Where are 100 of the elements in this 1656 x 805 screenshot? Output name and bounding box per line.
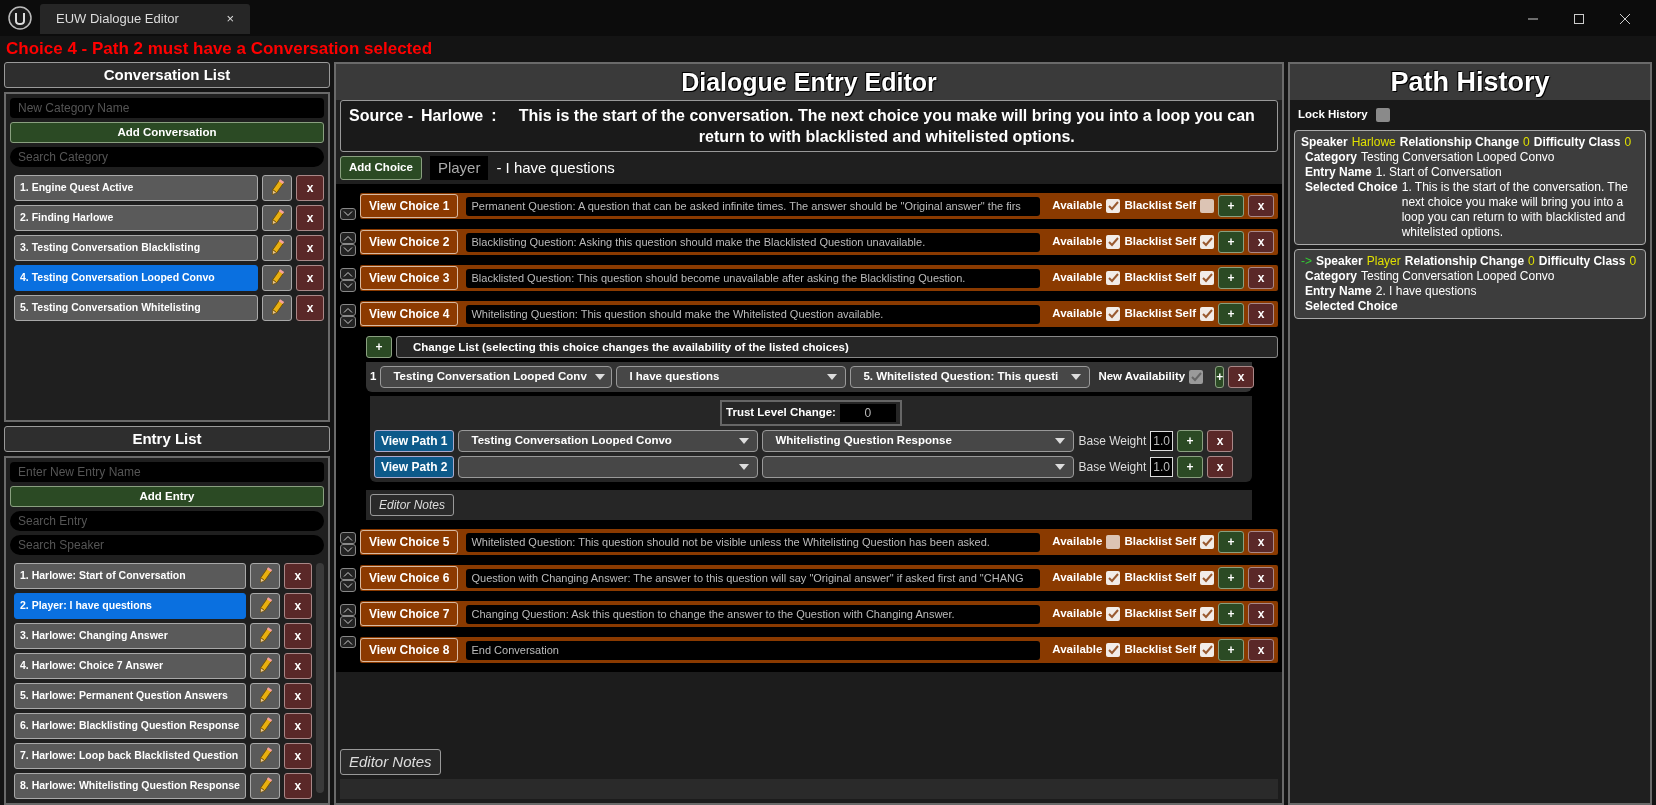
edit-button[interactable]	[249, 713, 280, 739]
move-up-button[interactable]	[340, 532, 356, 544]
move-down-button[interactable]	[340, 580, 356, 592]
dropdown[interactable]: Testing Conversation Looped Conv	[380, 366, 613, 388]
list-item[interactable]: 6. Harlowe: Blacklisting Question Response	[14, 713, 246, 739]
checkbox[interactable]	[1106, 307, 1121, 321]
dropdown[interactable]: Whitelisting Question Response	[762, 430, 1075, 452]
add-button[interactable]: +	[1177, 430, 1203, 452]
dropdown[interactable]: Testing Conversation Looped Convo	[458, 430, 759, 452]
add-button[interactable]: +	[1218, 567, 1244, 589]
remove-button[interactable]: x	[1248, 231, 1274, 253]
add-button[interactable]: +	[1218, 231, 1244, 253]
add-button[interactable]: +	[1218, 303, 1244, 325]
edit-button[interactable]	[262, 295, 292, 322]
edit-button[interactable]	[262, 175, 292, 202]
choice-text-field[interactable]: Blacklisted Question: This question should become unavailable after asking the Blacklisting Question.	[466, 268, 1041, 288]
remove-button[interactable]: x	[283, 653, 312, 679]
add-button[interactable]: +	[1218, 195, 1244, 217]
checkbox[interactable]	[1200, 307, 1214, 321]
edit-button[interactable]	[249, 683, 280, 709]
edit-button[interactable]	[249, 623, 280, 649]
remove-button[interactable]: x	[283, 593, 312, 619]
edit-button[interactable]	[262, 265, 292, 292]
edit-button[interactable]	[249, 653, 280, 679]
edit-button[interactable]	[249, 563, 280, 589]
remove-button[interactable]: x	[1207, 430, 1233, 452]
view-path-button[interactable]: View Path 1	[374, 430, 455, 452]
remove-button[interactable]: x	[1207, 456, 1233, 478]
checkbox[interactable]	[1200, 643, 1214, 657]
list-item[interactable]: 3. Testing Conversation Blacklisting	[14, 235, 258, 262]
choice-text-field[interactable]: Whitelisted Question: This question should not be visible unless the Whitelisting Question has been asked.	[466, 532, 1041, 552]
checkbox[interactable]	[1200, 607, 1214, 621]
remove-button[interactable]: x	[1248, 639, 1274, 661]
edit-button[interactable]	[262, 205, 292, 232]
checkbox[interactable]	[1200, 571, 1214, 585]
add-button[interactable]: Add Entry	[10, 485, 324, 507]
move-down-button[interactable]	[340, 544, 356, 556]
checkbox[interactable]	[1189, 370, 1204, 384]
editor-notes-button[interactable]: Editor Notes	[370, 494, 455, 516]
choice-text-field[interactable]: Permanent Question: A question that can be asked infinite times. The answer should be "Original answer" the firs	[466, 196, 1041, 216]
checkbox[interactable]	[1200, 271, 1214, 285]
scrollbar[interactable]	[315, 563, 324, 793]
text-field[interactable]: Enter New Entry Name	[10, 461, 324, 482]
weight-field[interactable]: 1.0	[1150, 431, 1173, 451]
add-button[interactable]: +	[366, 336, 392, 358]
remove-button[interactable]: x	[1228, 366, 1255, 388]
checkbox[interactable]	[1375, 108, 1390, 122]
remove-button[interactable]: x	[1248, 267, 1274, 289]
move-down-button[interactable]	[340, 208, 356, 220]
view-choice-button[interactable]: View Choice 6	[360, 566, 459, 590]
remove-button[interactable]: x	[296, 205, 324, 232]
move-down-button[interactable]	[340, 280, 356, 292]
move-down-button[interactable]	[340, 616, 356, 628]
list-item[interactable]: 4. Testing Conversation Looped Convo	[14, 265, 258, 292]
text-field[interactable]: New Category Name	[10, 98, 324, 118]
checkbox[interactable]	[1106, 235, 1121, 249]
add-button[interactable]: +	[1215, 366, 1225, 388]
list-item[interactable]: 2. Player: I have questions	[14, 593, 246, 619]
checkbox[interactable]	[1106, 607, 1121, 621]
remove-button[interactable]: x	[1248, 567, 1274, 589]
remove-button[interactable]: x	[283, 563, 312, 589]
checkbox[interactable]	[1106, 199, 1121, 213]
move-up-button[interactable]	[340, 568, 356, 580]
dropdown[interactable]: 5. Whitelisted Question: This questi	[850, 366, 1091, 388]
checkbox[interactable]	[1106, 535, 1121, 549]
choice-text-field[interactable]: Blacklisting Question: Asking this question should make the Blacklisted Question unavailable.	[466, 232, 1041, 252]
move-down-button[interactable]	[340, 244, 356, 256]
add-button[interactable]: Add Conversation	[10, 122, 324, 144]
search-field[interactable]: Search Speaker	[10, 535, 324, 555]
trust-value-field[interactable]: 0	[839, 404, 896, 422]
list-item[interactable]: 1. Harlowe: Start of Conversation	[14, 563, 246, 589]
view-choice-button[interactable]: View Choice 4	[360, 302, 459, 326]
view-choice-button[interactable]: View Choice 5	[360, 530, 459, 554]
checkbox[interactable]	[1106, 643, 1121, 657]
dropdown[interactable]: I have questions	[616, 366, 847, 388]
remove-button[interactable]: x	[1248, 195, 1274, 217]
edit-button[interactable]	[249, 773, 280, 799]
view-path-button[interactable]: View Path 2	[374, 456, 455, 478]
list-item[interactable]: 4. Harlowe: Choice 7 Answer	[14, 653, 246, 679]
checkbox[interactable]	[1200, 535, 1214, 549]
view-choice-button[interactable]: View Choice 7	[360, 602, 459, 626]
move-up-button[interactable]	[340, 268, 356, 280]
edit-button[interactable]	[249, 593, 280, 619]
list-item[interactable]: 3. Harlowe: Changing Answer	[14, 623, 246, 649]
choice-text-field[interactable]: Whitelisting Question: This question should make the Whitelisted Question available.	[466, 304, 1041, 324]
choice-text-field[interactable]: End Conversation	[466, 640, 1041, 660]
add-button[interactable]: +	[1218, 531, 1244, 553]
remove-button[interactable]: x	[296, 265, 324, 292]
choice-text-field[interactable]: Changing Question: Ask this question to change the answer to the Question with Changing Answer.	[466, 604, 1041, 624]
remove-button[interactable]: x	[283, 743, 312, 769]
remove-button[interactable]: x	[1248, 303, 1274, 325]
remove-button[interactable]: x	[296, 235, 324, 262]
list-item[interactable]: 2. Finding Harlowe	[14, 205, 258, 232]
remove-button[interactable]: x	[283, 683, 312, 709]
dropdown[interactable]	[458, 456, 759, 478]
add-button[interactable]: +	[1218, 639, 1244, 661]
remove-button[interactable]: x	[1248, 603, 1274, 625]
tab-close-button[interactable]: ×	[226, 9, 234, 29]
view-choice-button[interactable]: View Choice 8	[360, 638, 459, 662]
list-item[interactable]: 8. Harlowe: Whitelisting Question Response	[14, 773, 246, 799]
